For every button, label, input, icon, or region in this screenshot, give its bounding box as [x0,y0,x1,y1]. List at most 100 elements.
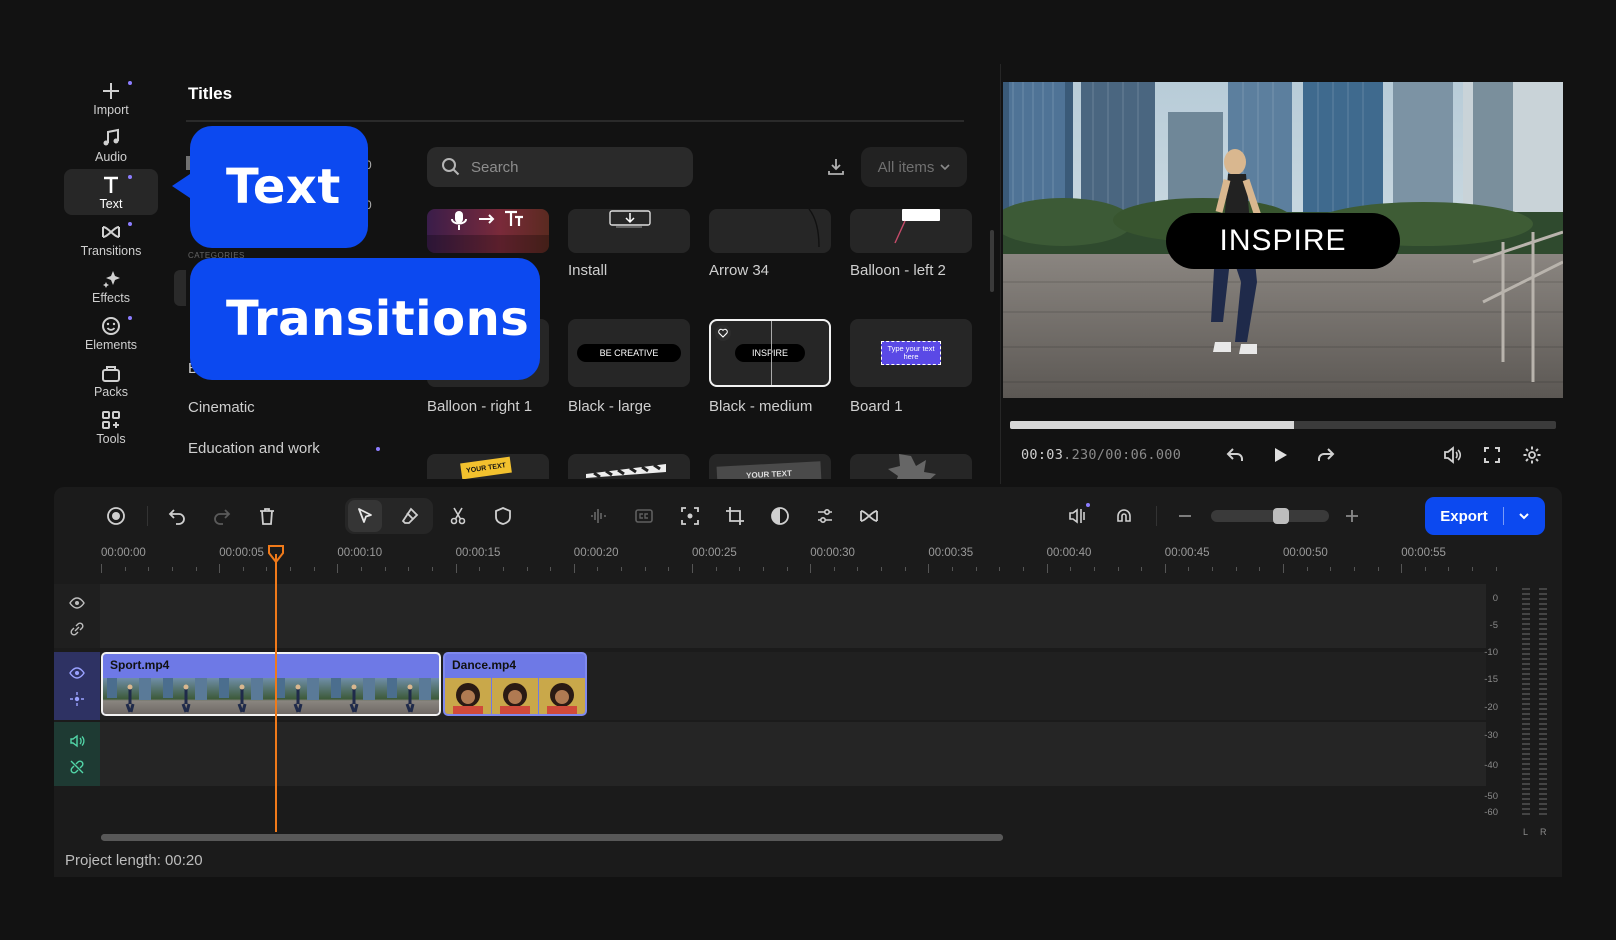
sidebar-item-tools[interactable]: Tools [64,404,158,450]
ruler-tick [337,564,339,573]
marker-button[interactable] [486,500,520,532]
category-item-cinematic[interactable]: Cinematic [188,399,255,416]
adjust-button[interactable] [808,500,842,532]
sidebar-item-import[interactable]: Import [64,75,158,121]
undo-button[interactable] [160,500,194,532]
toolbar-separator [147,506,148,526]
video-editor-app: Import Audio Text Transitions Effects El… [0,0,1616,940]
sidebar-item-packs[interactable]: Packs [64,357,158,403]
video-clip-dance[interactable]: Dance.mp4 [443,652,587,716]
undo-arrow-icon [1226,448,1243,461]
track-audio[interactable] [54,722,1486,786]
preview-scrub-bar[interactable] [1010,421,1556,429]
track-header [54,722,100,786]
video-clip-sport[interactable]: Sport.mp4 [101,652,441,716]
zoom-slider[interactable] [1211,510,1329,522]
ruler-tick [1188,567,1190,571]
thumbnail-your-text[interactable]: YOUR TEXT [427,454,549,479]
thumbnail-black-large[interactable]: BE CREATIVE [568,319,690,387]
audio-detach-button[interactable] [1061,500,1095,532]
record-button[interactable] [99,500,133,532]
speaker-icon[interactable] [69,733,85,749]
sidebar-item-label: Elements [84,337,138,352]
export-menu-button[interactable] [1504,510,1544,522]
download-button[interactable] [822,153,850,181]
category-item-education[interactable]: Education and work [188,440,380,457]
thumbnail-install[interactable] [568,209,690,253]
track-motion-button[interactable] [673,500,707,532]
effects-icon[interactable] [69,691,85,707]
track-titles[interactable] [54,584,1486,648]
cut-button[interactable] [441,500,475,532]
grid-icon[interactable] [1526,850,1548,870]
sidebar-item-audio[interactable]: Audio [64,122,158,168]
slip-tool-button[interactable] [393,500,427,532]
sticker-text: YOUR TEXT [460,456,512,479]
ruler-tick [1235,567,1237,571]
unlink-icon[interactable] [69,759,85,775]
link-icon[interactable] [69,621,85,637]
thumbnail-speech-to-text[interactable] [427,209,549,253]
sidebar-item-elements[interactable]: Elements [64,310,158,356]
meter-db-label: -20 [1484,702,1498,713]
thumbnail-black-medium[interactable]: INSPIRE [709,319,831,387]
timeline-scrollbar-thumb[interactable] [101,834,1003,841]
step-forward-button[interactable] [1313,442,1339,468]
sidebar-item-label: Text [99,196,123,211]
ruler-tick [361,567,363,571]
step-back-button[interactable] [1222,442,1248,468]
thumbnail-burst[interactable] [850,454,972,479]
search-box[interactable] [427,147,693,187]
thumbnail-label: Arrow 34 [709,262,770,279]
gear-icon [1523,446,1541,464]
fullscreen-button[interactable] [1479,442,1505,468]
thumbnail-tape-text[interactable]: YOUR TEXT [709,454,831,479]
select-tool-button[interactable] [348,500,382,532]
volume-button[interactable] [1439,442,1465,468]
video-preview[interactable]: INSPIRE [1003,82,1563,398]
split-audio-button[interactable] [581,500,615,532]
captions-button[interactable] [627,500,661,532]
ruler-tick [1283,564,1284,573]
meter-channel-label: R [1540,827,1547,837]
ruler-tick [1495,567,1497,571]
playhead-handle[interactable] [268,545,284,563]
crop-button[interactable] [718,500,752,532]
zoom-in-button[interactable] [1335,500,1369,532]
pill-text: INSPIRE [735,344,805,362]
panel-scrollbar[interactable] [990,230,994,292]
sidebar-item-text[interactable]: Text [64,169,158,215]
ruler-tick [550,567,552,571]
panel-title: Titles [188,84,233,103]
sidebar-item-effects[interactable]: Effects [64,263,158,309]
eye-icon[interactable] [69,595,85,611]
search-input[interactable] [471,158,671,176]
thumbnail-arrow-34[interactable] [709,209,831,253]
snap-button[interactable] [1107,500,1141,532]
toolbar-separator [1156,506,1157,526]
thumbnail-balloon-left-2[interactable] [850,209,972,253]
redo-button[interactable] [205,500,239,532]
focus-icon [681,507,699,525]
ruler-tick [644,567,646,571]
thumbnail-board-1[interactable]: Type your text here [850,319,972,387]
sidebar-item-transitions[interactable]: Transitions [64,216,158,262]
preview-title-overlay[interactable]: INSPIRE [1166,213,1400,269]
eye-icon[interactable] [69,665,85,681]
redo-arrow-icon [1318,448,1335,461]
favorite-button[interactable] [715,325,731,341]
filter-dropdown[interactable]: All items [861,147,967,187]
delete-button[interactable] [250,500,284,532]
play-button[interactable] [1267,442,1293,468]
category-item-selected[interactable] [174,270,186,306]
thumbnail-clapper[interactable] [568,454,690,479]
zoom-out-button[interactable] [1168,500,1202,532]
ruler-tick [455,564,457,573]
waveform-icon [591,509,606,523]
color-button[interactable] [763,500,797,532]
transition-button[interactable] [852,500,886,532]
zoom-slider-handle[interactable] [1273,508,1289,524]
playhead[interactable] [275,554,277,832]
export-button[interactable]: Export [1425,497,1545,535]
settings-button[interactable] [1519,442,1545,468]
